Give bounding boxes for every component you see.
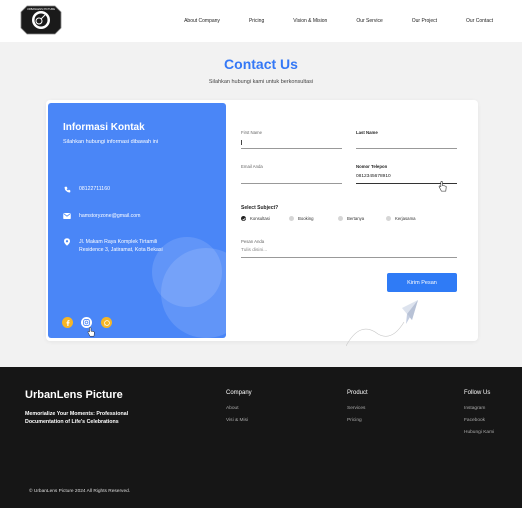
footer-company-title: Company — [226, 390, 252, 396]
footer-link-visi-misi[interactable]: Visi & Misi — [226, 418, 252, 423]
footer-brand: UrbanLens Picture — [25, 389, 123, 401]
logo-badge[interactable]: URBANLENS PICTURE — [19, 2, 63, 38]
paper-plane-icon — [345, 300, 426, 353]
radio-label: Kerjasama — [395, 216, 416, 221]
footer-product-title: Product — [347, 390, 368, 396]
email-label: Email Anda — [241, 164, 263, 169]
nav-our-project[interactable]: Our Project — [412, 18, 437, 24]
radio-label: Booking — [298, 216, 314, 221]
contact-phone: 08122711160 — [63, 185, 175, 193]
footer-link-facebook[interactable]: Facebook — [464, 418, 494, 423]
info-subtitle: Silahkan hubungi informasi dibawah ini — [63, 139, 159, 145]
radio-unchecked-icon — [386, 216, 391, 221]
page-title: Contact Us — [224, 56, 298, 72]
footer-copyright: © UrbanLens Picture 2024 All Rights Rese… — [29, 489, 131, 494]
footer-product-col: Product Services Pricing — [347, 390, 368, 430]
contact-info-panel: Informasi Kontak Silahkan hubungi inform… — [48, 103, 226, 338]
email-input[interactable] — [241, 183, 342, 184]
phone-text: 08122711160 — [79, 186, 110, 192]
contact-address: Jl. Makam Raya Komplek Tirtamili Residen… — [63, 238, 175, 254]
top-navbar: URBANLENS PICTURE About Company Pricing … — [0, 0, 522, 42]
nav-pricing[interactable]: Pricing — [249, 18, 264, 24]
radio-label: Bertanya — [347, 216, 365, 221]
hand-cursor-icon — [87, 324, 95, 338]
phone-icon — [63, 185, 71, 193]
facebook-icon[interactable] — [62, 317, 73, 328]
submit-button[interactable]: Kirim Pesan — [387, 273, 457, 292]
first-name-label: First Name — [241, 130, 263, 135]
radio-bertanya[interactable]: Bertanya — [338, 216, 364, 221]
message-input[interactable] — [241, 257, 457, 258]
last-name-input[interactable] — [356, 148, 457, 149]
footer: UrbanLens Picture Memorialize Your Momen… — [0, 367, 522, 508]
footer-company-col: Company About Visi & Misi — [226, 390, 252, 430]
whatsapp-icon[interactable] — [101, 317, 112, 328]
footer-link-instagram[interactable]: Instagram — [464, 406, 494, 411]
location-icon — [63, 238, 71, 246]
mail-icon — [63, 212, 71, 220]
footer-link-hubungi-kami[interactable]: Hubungi Kami — [464, 430, 494, 435]
nav-about-company[interactable]: About Company — [184, 18, 220, 24]
footer-follow-col: Follow Us Instagram Facebook Hubungi Kam… — [464, 390, 494, 442]
nav-our-contact[interactable]: Our Contact — [466, 18, 493, 24]
radio-unchecked-icon — [289, 216, 294, 221]
footer-link-services[interactable]: Services — [347, 406, 368, 411]
footer-link-pricing[interactable]: Pricing — [347, 418, 368, 423]
first-name-input[interactable] — [241, 148, 342, 149]
radio-checked-icon — [241, 216, 246, 221]
email-text: hamstoryzone@gmail.com — [79, 213, 141, 219]
hand-cursor-icon — [438, 179, 447, 197]
nav-our-service[interactable]: Our Service — [356, 18, 382, 24]
message-placeholder: Tulis disini... — [241, 248, 268, 253]
radio-konsultasi[interactable]: Konsultasi — [241, 216, 270, 221]
contact-card: Informasi Kontak Silahkan hubungi inform… — [46, 100, 478, 347]
phone-label: Nomor Telepon — [356, 164, 388, 169]
info-title: Informasi Kontak — [63, 122, 145, 133]
text-caret — [241, 140, 242, 145]
page-subtitle: Silahkan hubungi kami untuk berkonsultas… — [208, 79, 314, 85]
contact-email: hamstoryzone@gmail.com — [63, 212, 175, 220]
phone-input-value[interactable]: 0812345678910 — [356, 174, 391, 179]
message-label: Pesan Anda — [241, 239, 265, 244]
radio-booking[interactable]: Booking — [289, 216, 314, 221]
footer-link-about[interactable]: About — [226, 406, 252, 411]
radio-kerjasama[interactable]: Kerjasama — [386, 216, 416, 221]
footer-follow-title: Follow Us — [464, 390, 491, 396]
logo-text: URBANLENS PICTURE — [27, 7, 55, 11]
footer-tagline: Memorialize Your Moments: Professional D… — [25, 411, 129, 425]
radio-unchecked-icon — [338, 216, 343, 221]
nav-vision-mision[interactable]: Vision & Mision — [293, 18, 327, 24]
radio-label: Konsultasi — [250, 216, 270, 221]
select-subject-title: Select Subject? — [241, 205, 279, 211]
nav-links: About Company Pricing Vision & Mision Ou… — [155, 0, 493, 42]
last-name-label: Last Name — [356, 130, 378, 135]
address-text: Jl. Makam Raya Komplek Tirtamili Residen… — [79, 239, 163, 253]
